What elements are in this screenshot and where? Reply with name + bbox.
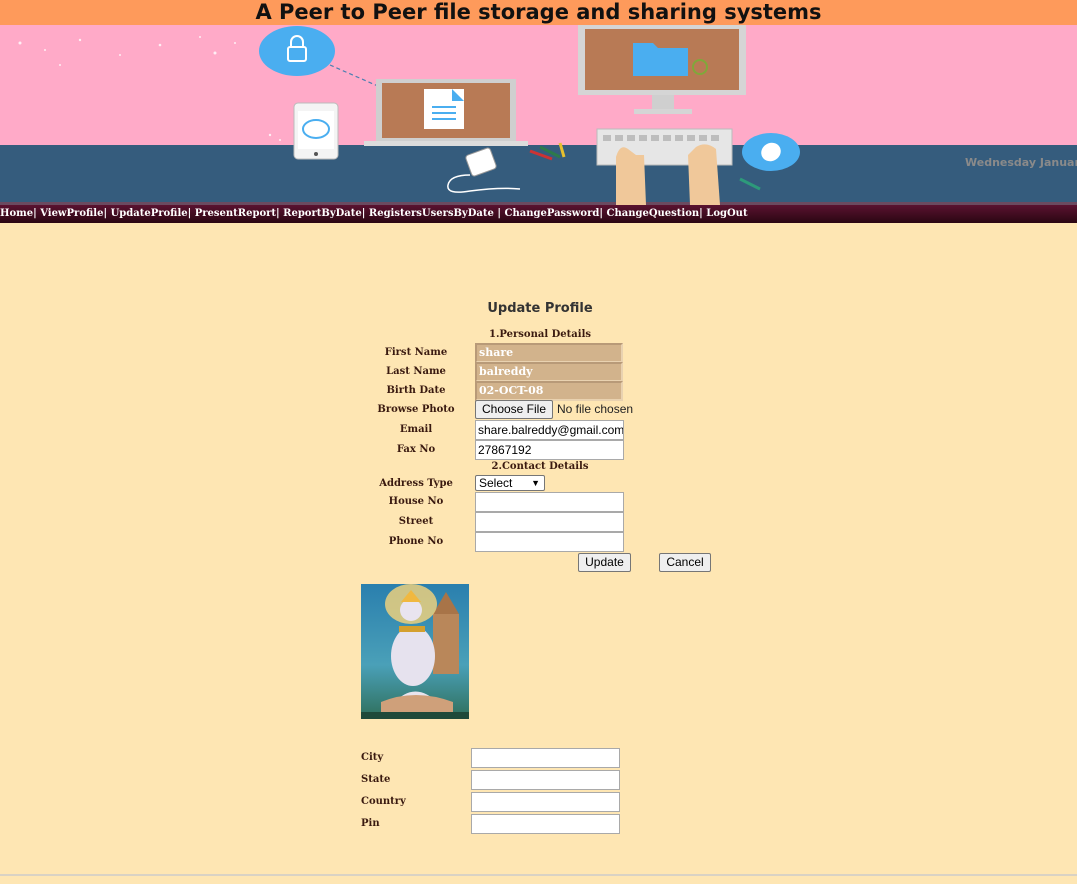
dropdown-arrow-icon: ▼ bbox=[531, 478, 540, 488]
nav-present-report[interactable]: PresentReport bbox=[195, 208, 276, 219]
pin-label: Pin bbox=[361, 818, 380, 829]
banner-illustration bbox=[0, 25, 1077, 205]
fax-no-label: Fax No bbox=[396, 444, 436, 455]
phone-no-label: Phone No bbox=[388, 536, 444, 547]
country-label: Country bbox=[361, 796, 406, 807]
first-name-field[interactable]: share bbox=[475, 343, 623, 363]
address-type-select[interactable]: Select ▼ bbox=[475, 475, 545, 491]
no-file-chosen-text: No file chosen bbox=[557, 402, 634, 416]
city-input[interactable] bbox=[471, 748, 620, 768]
state-input[interactable] bbox=[471, 770, 620, 790]
lock-icon bbox=[259, 26, 335, 76]
phone-no-input[interactable] bbox=[475, 532, 624, 552]
street-label: Street bbox=[398, 516, 434, 527]
section-contact-details: 2.Contact Details bbox=[491, 461, 589, 472]
footer-divider bbox=[0, 874, 1077, 876]
section-personal-details: 1.Personal Details bbox=[488, 329, 591, 340]
email-label: Email bbox=[399, 424, 433, 435]
choose-file-button[interactable]: Choose File bbox=[475, 400, 553, 419]
browse-photo-label: Browse Photo bbox=[377, 404, 455, 415]
first-name-label: First Name bbox=[384, 347, 448, 358]
page-header-title: A Peer to Peer file storage and sharing … bbox=[0, 0, 1077, 25]
profile-photo-image bbox=[361, 584, 469, 719]
house-no-label: House No bbox=[388, 496, 444, 507]
mouse-icon bbox=[742, 133, 800, 171]
nav-update-profile[interactable]: UpdateProfile bbox=[111, 208, 188, 219]
pin-input[interactable] bbox=[471, 814, 620, 834]
update-button[interactable]: Update bbox=[578, 553, 631, 572]
address-type-selected: Select bbox=[479, 476, 513, 490]
nav-home[interactable]: Home bbox=[0, 208, 33, 219]
nav-change-password[interactable]: ChangePassword bbox=[504, 208, 599, 219]
date-display: Wednesday Januar bbox=[965, 156, 1077, 169]
street-input[interactable] bbox=[475, 512, 624, 532]
birth-date-field[interactable]: 02-OCT-08 bbox=[475, 381, 623, 401]
state-label: State bbox=[361, 774, 391, 785]
fax-no-input[interactable]: 27867192 bbox=[475, 440, 624, 460]
email-input[interactable]: share.balreddy@gmail.com bbox=[475, 420, 624, 440]
address-type-label: Address Type bbox=[379, 478, 453, 489]
birth-date-label: Birth Date bbox=[386, 385, 446, 396]
profile-photo bbox=[361, 584, 469, 719]
house-no-input[interactable] bbox=[475, 492, 624, 512]
chat-tablet-icon bbox=[293, 102, 339, 160]
nav-report-by-date[interactable]: ReportByDate bbox=[283, 208, 362, 219]
nav-view-profile[interactable]: ViewProfile bbox=[40, 208, 103, 219]
country-input[interactable] bbox=[471, 792, 620, 812]
nav-registers-users-by-date[interactable]: RegistersUsersByDate bbox=[369, 208, 494, 219]
nav-change-question[interactable]: ChangeQuestion bbox=[606, 208, 699, 219]
last-name-label: Last Name bbox=[386, 366, 446, 377]
main-nav: Home| ViewProfile| UpdateProfile| Presen… bbox=[0, 205, 1077, 223]
form-title: Update Profile bbox=[487, 301, 593, 316]
city-label: City bbox=[361, 752, 384, 763]
nav-logout[interactable]: LogOut bbox=[706, 208, 747, 219]
document-laptop-icon bbox=[364, 79, 528, 146]
header-banner: Wednesday Januar bbox=[0, 25, 1077, 205]
last-name-field[interactable]: balreddy bbox=[475, 362, 623, 382]
cancel-button[interactable]: Cancel bbox=[659, 553, 711, 572]
